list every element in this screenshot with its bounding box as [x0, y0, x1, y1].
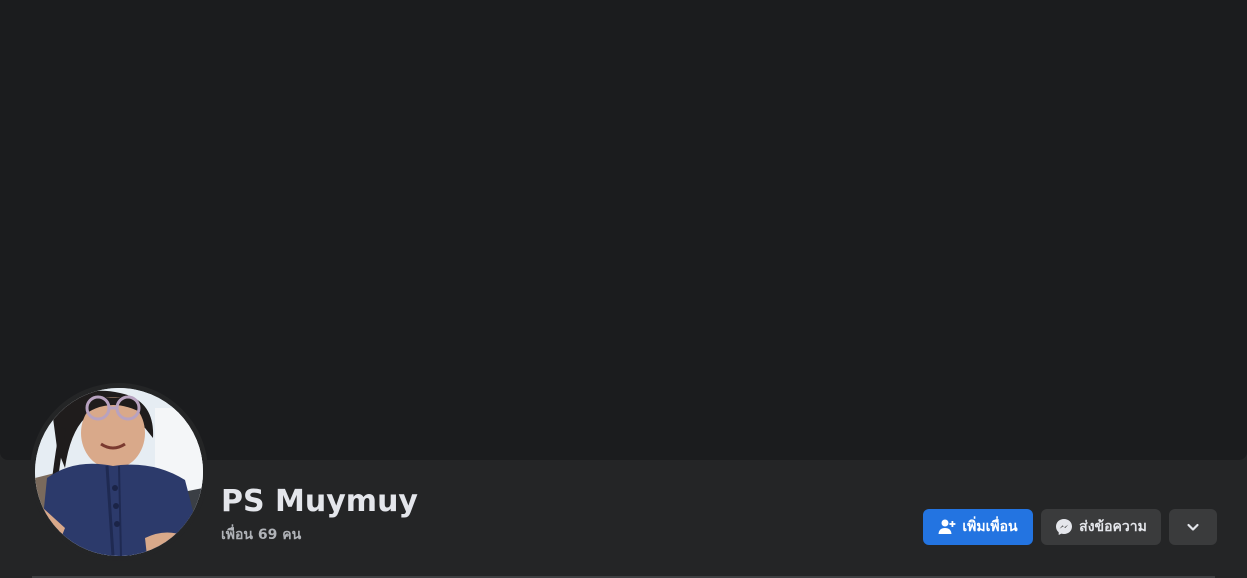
messenger-icon: [1055, 518, 1073, 536]
message-label: ส่งข้อความ: [1079, 519, 1147, 535]
message-button[interactable]: ส่งข้อความ: [1041, 509, 1161, 545]
avatar-image: [35, 388, 203, 556]
add-friend-label: เพิ่มเพื่อน: [962, 519, 1018, 535]
chevron-down-icon: [1184, 518, 1202, 536]
profile-name: PS Muymuy: [221, 484, 418, 519]
avatar[interactable]: [35, 388, 203, 556]
friends-count[interactable]: เพื่อน 69 คน: [221, 525, 301, 545]
add-friend-button[interactable]: เพิ่มเพื่อน: [923, 509, 1033, 545]
more-options-button[interactable]: [1169, 509, 1217, 545]
cover-photo[interactable]: [0, 0, 1247, 460]
add-friend-icon: [938, 518, 956, 536]
